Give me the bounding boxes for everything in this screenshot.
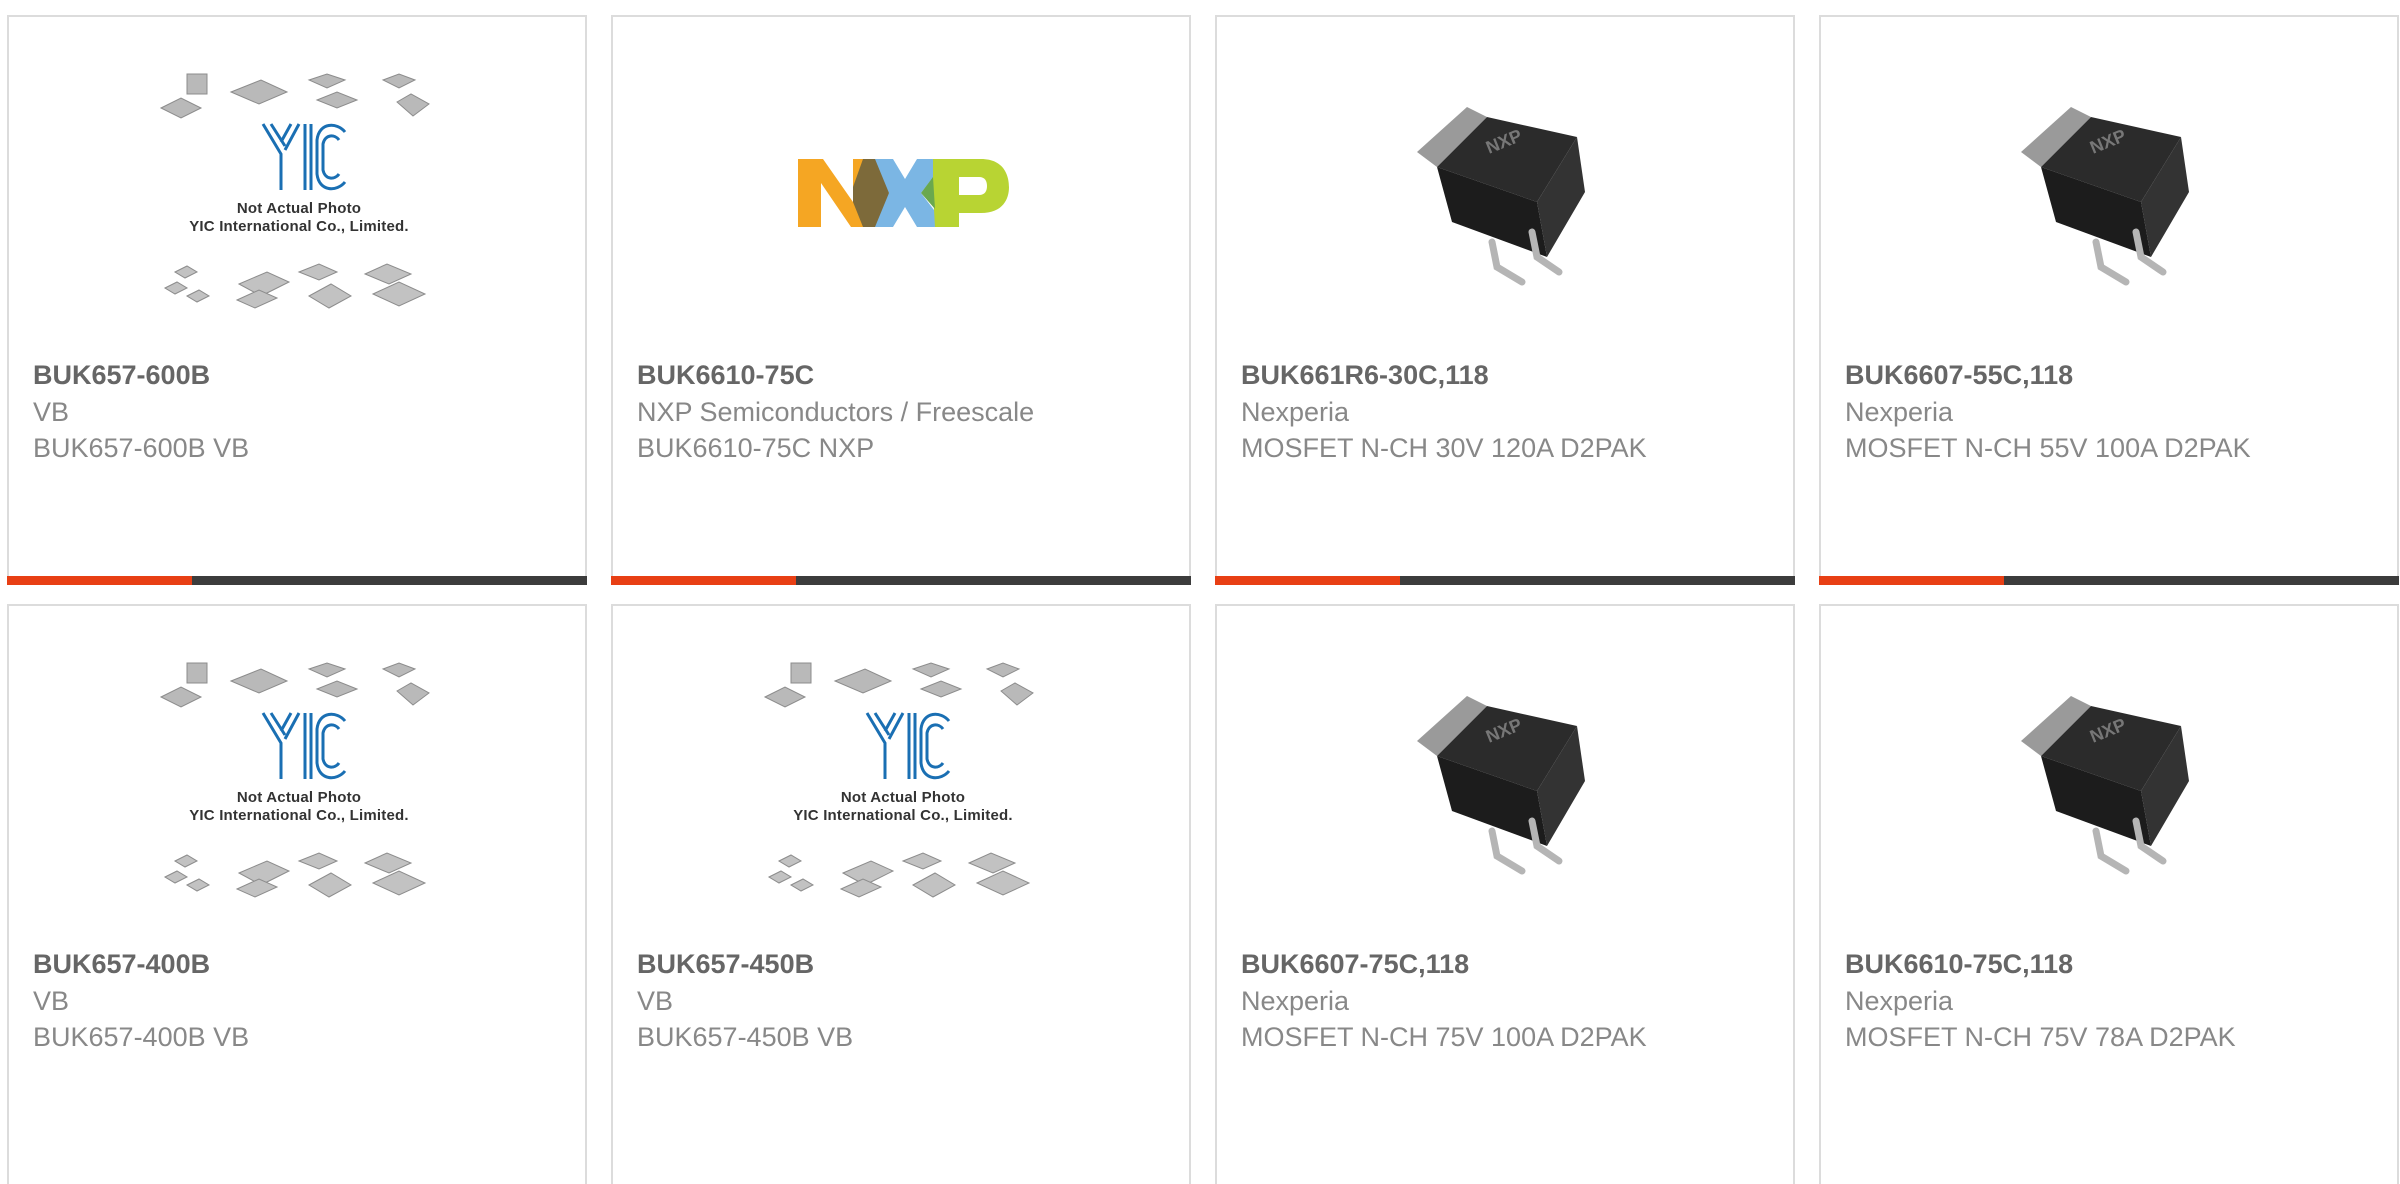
product-card[interactable]: BUK6610-75C,118 Nexperia MOSFET N-CH 75V 7… bbox=[1819, 604, 2399, 1184]
yic-placeholder-icon: Not Actual Photo YIC International Co., … bbox=[159, 661, 439, 901]
product-info: BUK657-400B VB BUK657-400B VB bbox=[33, 945, 565, 1055]
product-description: BUK6610-75C NXP bbox=[637, 433, 875, 463]
placeholder-line1: Not Actual Photo bbox=[236, 789, 362, 806]
manufacturer-name: Nexperia bbox=[1241, 986, 1350, 1016]
card-footer-accent bbox=[7, 576, 192, 585]
product-description: MOSFET N-CH 55V 100A D2PAK bbox=[1845, 433, 2251, 463]
manufacturer-name: VB bbox=[637, 986, 674, 1016]
product-image[interactable] bbox=[1347, 661, 1667, 901]
chip-packages-icon bbox=[159, 851, 439, 901]
card-footer-bar bbox=[1819, 576, 2399, 585]
product-description: BUK657-600B VB bbox=[33, 433, 250, 463]
product-image[interactable] bbox=[1347, 72, 1667, 312]
card-footer-bar bbox=[1215, 576, 1795, 585]
product-description: MOSFET N-CH 30V 120A D2PAK bbox=[1241, 433, 1647, 463]
product-info: BUK661R6-30C,118 Nexperia MOSFET N-CH 30V … bbox=[1241, 356, 1773, 466]
card-footer-bar bbox=[611, 576, 1191, 585]
product-image[interactable]: Not Actual Photo YIC International Co., … bbox=[139, 661, 459, 901]
product-description: BUK657-400B VB bbox=[33, 1022, 250, 1052]
chip-packages-icon bbox=[763, 851, 1043, 901]
part-number[interactable]: BUK6610-75C bbox=[637, 356, 1169, 394]
product-image[interactable] bbox=[1951, 661, 2271, 901]
manufacturer-name: Nexperia bbox=[1845, 397, 1954, 427]
part-number[interactable]: BUK6607-55C,118 bbox=[1845, 356, 2377, 394]
manufacturer-name: NXP Semiconductors / Freescale bbox=[637, 397, 1035, 427]
yic-logo-icon bbox=[259, 709, 349, 783]
product-card[interactable]: BUK6607-75C,118 Nexperia MOSFET N-CH 75V 1… bbox=[1215, 604, 1795, 1184]
yic-placeholder-icon: Not Actual Photo YIC International Co., … bbox=[159, 72, 439, 312]
product-image[interactable]: Not Actual Photo YIC International Co., … bbox=[743, 661, 1063, 901]
mosfet-d2pak-icon bbox=[1397, 82, 1617, 302]
placeholder-line2: YIC International Co., Limited. bbox=[189, 807, 409, 824]
manufacturer-name: VB bbox=[33, 397, 70, 427]
nxp-logo bbox=[798, 159, 1009, 227]
manufacturer-name: Nexperia bbox=[1241, 397, 1350, 427]
product-description: BUK657-450B VB bbox=[637, 1022, 854, 1052]
product-image[interactable]: Not Actual Photo YIC International Co., … bbox=[139, 72, 459, 312]
product-info: BUK6607-55C,118 Nexperia MOSFET N-CH 55V 1… bbox=[1845, 356, 2377, 466]
product-card[interactable]: Not Actual Photo YIC International Co., … bbox=[611, 604, 1191, 1184]
product-description: MOSFET N-CH 75V 78A D2PAK bbox=[1845, 1022, 2236, 1052]
mosfet-d2pak-icon bbox=[2001, 82, 2221, 302]
part-number[interactable]: BUK657-450B bbox=[637, 945, 1169, 983]
product-grid: Not Actual Photo YIC International Co., … bbox=[0, 0, 2400, 1184]
part-number[interactable]: BUK661R6-30C,118 bbox=[1241, 356, 1773, 394]
mosfet-d2pak-icon bbox=[1397, 671, 1617, 891]
part-number[interactable]: BUK6610-75C,118 bbox=[1845, 945, 2377, 983]
placeholder-line1: Not Actual Photo bbox=[840, 789, 966, 806]
placeholder-line2: YIC International Co., Limited. bbox=[793, 807, 1013, 824]
placeholder-line2: YIC International Co., Limited. bbox=[189, 218, 409, 235]
placeholder-caption: Not Actual Photo YIC International Co., … bbox=[159, 789, 439, 825]
chip-packages-icon bbox=[159, 262, 439, 312]
product-info: BUK657-450B VB BUK657-450B VB bbox=[637, 945, 1169, 1055]
product-info: BUK6607-75C,118 Nexperia MOSFET N-CH 75V 1… bbox=[1241, 945, 1773, 1055]
card-footer-accent bbox=[1215, 576, 1400, 585]
part-number[interactable]: BUK657-600B bbox=[33, 356, 565, 394]
product-info: BUK657-600B VB BUK657-600B VB bbox=[33, 356, 565, 466]
part-number[interactable]: BUK6607-75C,118 bbox=[1241, 945, 1773, 983]
part-number[interactable]: BUK657-400B bbox=[33, 945, 565, 983]
product-card[interactable]: BUK661R6-30C,118 Nexperia MOSFET N-CH 30V … bbox=[1215, 15, 1795, 585]
placeholder-caption: Not Actual Photo YIC International Co., … bbox=[763, 789, 1043, 825]
product-description: MOSFET N-CH 75V 100A D2PAK bbox=[1241, 1022, 1647, 1052]
card-footer-accent bbox=[611, 576, 796, 585]
manufacturer-name: VB bbox=[33, 986, 70, 1016]
product-info: BUK6610-75C,118 Nexperia MOSFET N-CH 75V 7… bbox=[1845, 945, 2377, 1055]
product-card[interactable]: BUK6610-75C NXP Semiconductors / Freescal… bbox=[611, 15, 1191, 585]
placeholder-caption: Not Actual Photo YIC International Co., … bbox=[159, 200, 439, 236]
yic-logo-icon bbox=[863, 709, 953, 783]
manufacturer-name: Nexperia bbox=[1845, 986, 1954, 1016]
yic-placeholder-icon: Not Actual Photo YIC International Co., … bbox=[763, 661, 1043, 901]
yic-logo-icon bbox=[259, 120, 349, 194]
mosfet-d2pak-icon bbox=[2001, 671, 2221, 891]
product-card[interactable]: Not Actual Photo YIC International Co., … bbox=[7, 15, 587, 585]
card-footer-bar bbox=[7, 576, 587, 585]
card-footer-accent bbox=[1819, 576, 2004, 585]
product-image[interactable] bbox=[743, 72, 1063, 312]
product-card[interactable]: BUK6607-55C,118 Nexperia MOSFET N-CH 55V 1… bbox=[1819, 15, 2399, 585]
product-image[interactable] bbox=[1951, 72, 2271, 312]
product-info: BUK6610-75C NXP Semiconductors / Freescal… bbox=[637, 356, 1169, 466]
placeholder-line1: Not Actual Photo bbox=[236, 200, 362, 217]
product-card[interactable]: Not Actual Photo YIC International Co., … bbox=[7, 604, 587, 1184]
